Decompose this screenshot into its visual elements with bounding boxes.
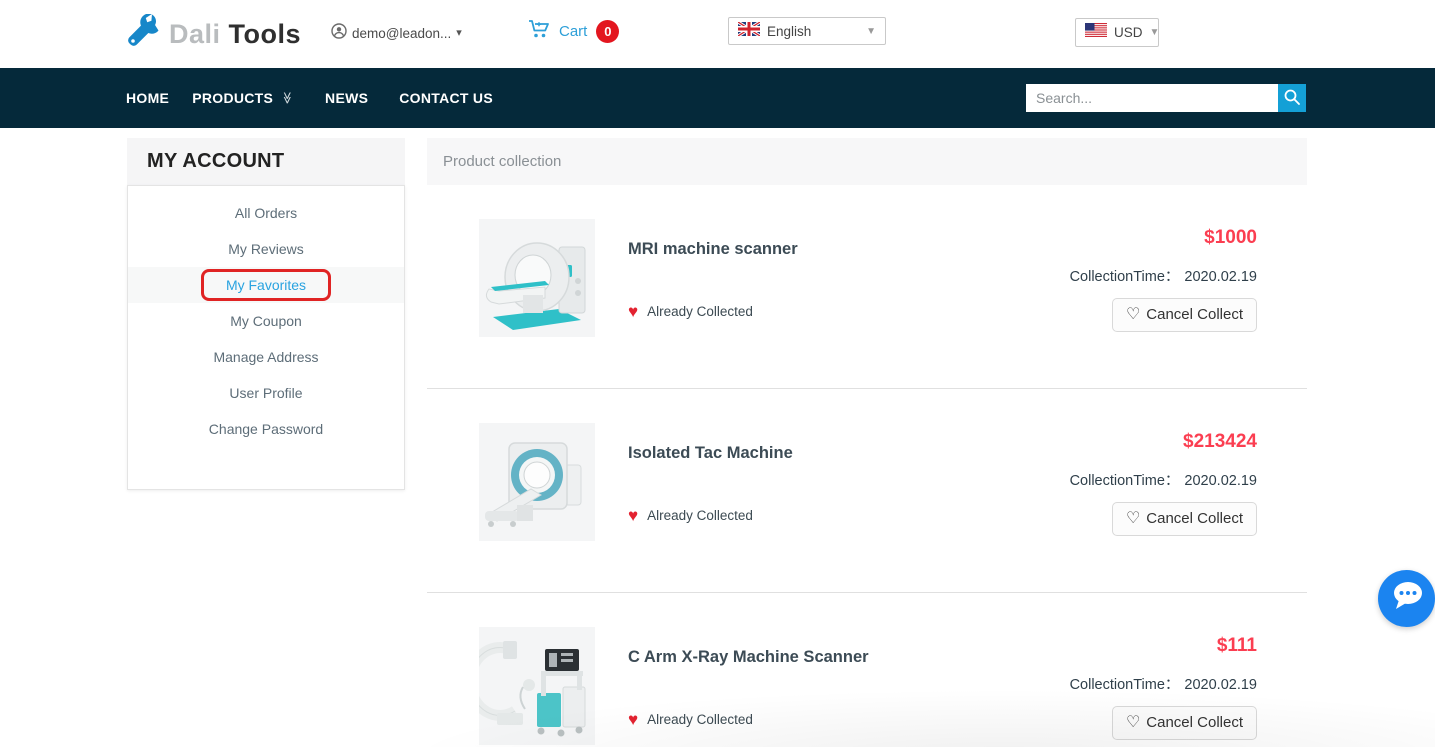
sidebar-item-user-profile[interactable]: User Profile <box>128 375 404 411</box>
collection-time-label: CollectionTime： <box>1070 677 1180 693</box>
brand-name-second: Tools <box>229 19 302 49</box>
product-image-mri-scanner[interactable] <box>479 219 595 337</box>
language-selected-value: English <box>767 24 859 39</box>
nav-item-home[interactable]: HOME <box>126 90 169 106</box>
cancel-collect-label: Cancel Collect <box>1146 510 1243 527</box>
account-email: demo@leadon... <box>352 26 451 41</box>
product-actions: $1000 CollectionTime：2020.02.19 ♡ Cancel… <box>1027 219 1307 388</box>
collected-label: Already Collected <box>647 304 753 319</box>
cancel-collect-button[interactable]: ♡ Cancel Collect <box>1112 298 1257 332</box>
sidebar-item-my-coupon[interactable]: My Coupon <box>128 303 404 339</box>
cancel-collect-label: Cancel Collect <box>1146 714 1243 731</box>
cancel-collect-button[interactable]: ♡ Cancel Collect <box>1112 502 1257 536</box>
search-button[interactable] <box>1278 84 1306 112</box>
product-name[interactable]: MRI machine scanner <box>628 240 1027 259</box>
product-image-tac-machine[interactable] <box>479 423 595 541</box>
chat-bubble-icon <box>1387 576 1427 621</box>
us-flag-icon <box>1085 23 1107 42</box>
product-info: Isolated Tac Machine ♥ Already Collected <box>628 423 1027 592</box>
sidebar-menu: All Orders My Reviews My Favorites My Co… <box>127 185 405 490</box>
heart-filled-icon: ♥ <box>628 507 638 524</box>
search-icon <box>1283 88 1301 109</box>
product-actions: $111 CollectionTime：2020.02.19 ♡ Cancel … <box>1027 627 1307 751</box>
collection-time-value: 2020.02.19 <box>1184 473 1257 489</box>
sidebar-item-change-password[interactable]: Change Password <box>128 411 404 447</box>
product-info: MRI machine scanner ♥ Already Collected <box>628 219 1027 388</box>
product-name[interactable]: C Arm X-Ray Machine Scanner <box>628 648 1027 667</box>
collection-time-value: 2020.02.19 <box>1184 677 1257 693</box>
sidebar-item-my-reviews[interactable]: My Reviews <box>128 231 404 267</box>
collection-time-label: CollectionTime： <box>1070 269 1180 285</box>
language-select[interactable]: English ▼ <box>728 17 886 45</box>
cart-count-badge: 0 <box>596 20 619 43</box>
account-sidebar: MY ACCOUNT All Orders My Reviews My Favo… <box>127 138 405 751</box>
sidebar-item-my-favorites-label: My Favorites <box>226 277 306 293</box>
search-bar <box>1026 84 1306 112</box>
collected-label: Already Collected <box>647 712 753 727</box>
heart-outline-icon: ♡ <box>1126 715 1140 731</box>
search-input[interactable] <box>1026 84 1278 112</box>
product-price: $213424 <box>1027 431 1257 453</box>
favorites-panel: Product collection MR <box>427 138 1307 751</box>
product-image-c-arm-xray[interactable] <box>479 627 595 745</box>
heart-filled-icon: ♥ <box>628 303 638 320</box>
account-dropdown[interactable]: demo@leadon... ▾ <box>331 23 462 44</box>
nav-item-contact-us[interactable]: CONTACT US <box>399 90 493 106</box>
cart-icon <box>528 19 550 44</box>
product-row: Isolated Tac Machine ♥ Already Collected… <box>427 389 1307 593</box>
cancel-collect-label: Cancel Collect <box>1146 306 1243 323</box>
collected-status: ♥ Already Collected <box>628 507 1027 524</box>
product-row: C Arm X-Ray Machine Scanner ♥ Already Co… <box>427 593 1307 751</box>
currency-select[interactable]: USD ▼ <box>1075 18 1159 47</box>
nav-menu: HOME PRODUCTS ≫ NEWS CONTACT US <box>126 68 493 128</box>
uk-flag-icon <box>738 22 760 41</box>
collected-status: ♥ Already Collected <box>628 711 1027 728</box>
collection-time-label: CollectionTime： <box>1070 473 1180 489</box>
user-icon <box>331 23 347 44</box>
wrench-icon <box>124 14 160 55</box>
cart-button[interactable]: Cart 0 <box>528 19 619 44</box>
product-actions: $213424 CollectionTime：2020.02.19 ♡ Canc… <box>1027 423 1307 592</box>
brand-name-first: Dali <box>169 19 221 49</box>
double-chevron-down-icon: ≫ <box>281 92 295 105</box>
top-header: Dali Tools demo@leadon... ▾ Cart 0 <box>0 0 1435 68</box>
collection-time: CollectionTime：2020.02.19 <box>1027 673 1257 694</box>
collection-time-value: 2020.02.19 <box>1184 269 1257 285</box>
page-content: MY ACCOUNT All Orders My Reviews My Favo… <box>127 138 1307 751</box>
product-name[interactable]: Isolated Tac Machine <box>628 444 1027 463</box>
sidebar-item-manage-address[interactable]: Manage Address <box>128 339 404 375</box>
sidebar-item-all-orders[interactable]: All Orders <box>128 195 404 231</box>
nav-item-news[interactable]: NEWS <box>325 90 368 106</box>
nav-item-products-label: PRODUCTS <box>192 90 273 106</box>
collected-label: Already Collected <box>647 508 753 523</box>
heart-outline-icon: ♡ <box>1126 511 1140 527</box>
product-info: C Arm X-Ray Machine Scanner ♥ Already Co… <box>628 627 1027 751</box>
heart-outline-icon: ♡ <box>1126 307 1140 323</box>
cancel-collect-button[interactable]: ♡ Cancel Collect <box>1112 706 1257 740</box>
collection-time: CollectionTime：2020.02.19 <box>1027 469 1257 490</box>
brand-name: Dali Tools <box>169 19 301 50</box>
brand-logo[interactable]: Dali Tools <box>124 14 301 55</box>
sidebar-item-my-favorites[interactable]: My Favorites <box>128 267 404 303</box>
product-price: $111 <box>1027 635 1257 657</box>
sidebar-title: MY ACCOUNT <box>127 138 405 185</box>
collection-time: CollectionTime：2020.02.19 <box>1027 265 1257 286</box>
product-price: $1000 <box>1027 227 1257 249</box>
main-nav: HOME PRODUCTS ≫ NEWS CONTACT US <box>0 68 1435 128</box>
chevron-down-icon: ▼ <box>866 26 876 37</box>
chat-button[interactable] <box>1378 570 1435 627</box>
heart-filled-icon: ♥ <box>628 711 638 728</box>
currency-selected-value: USD <box>1114 25 1143 40</box>
panel-title: Product collection <box>427 138 1307 185</box>
chevron-down-icon: ▼ <box>1150 27 1160 38</box>
chevron-down-icon: ▾ <box>456 28 462 39</box>
product-row: MRI machine scanner ♥ Already Collected … <box>427 185 1307 389</box>
cart-label: Cart <box>559 23 587 40</box>
nav-item-products[interactable]: PRODUCTS ≫ <box>192 90 294 106</box>
collected-status: ♥ Already Collected <box>628 303 1027 320</box>
